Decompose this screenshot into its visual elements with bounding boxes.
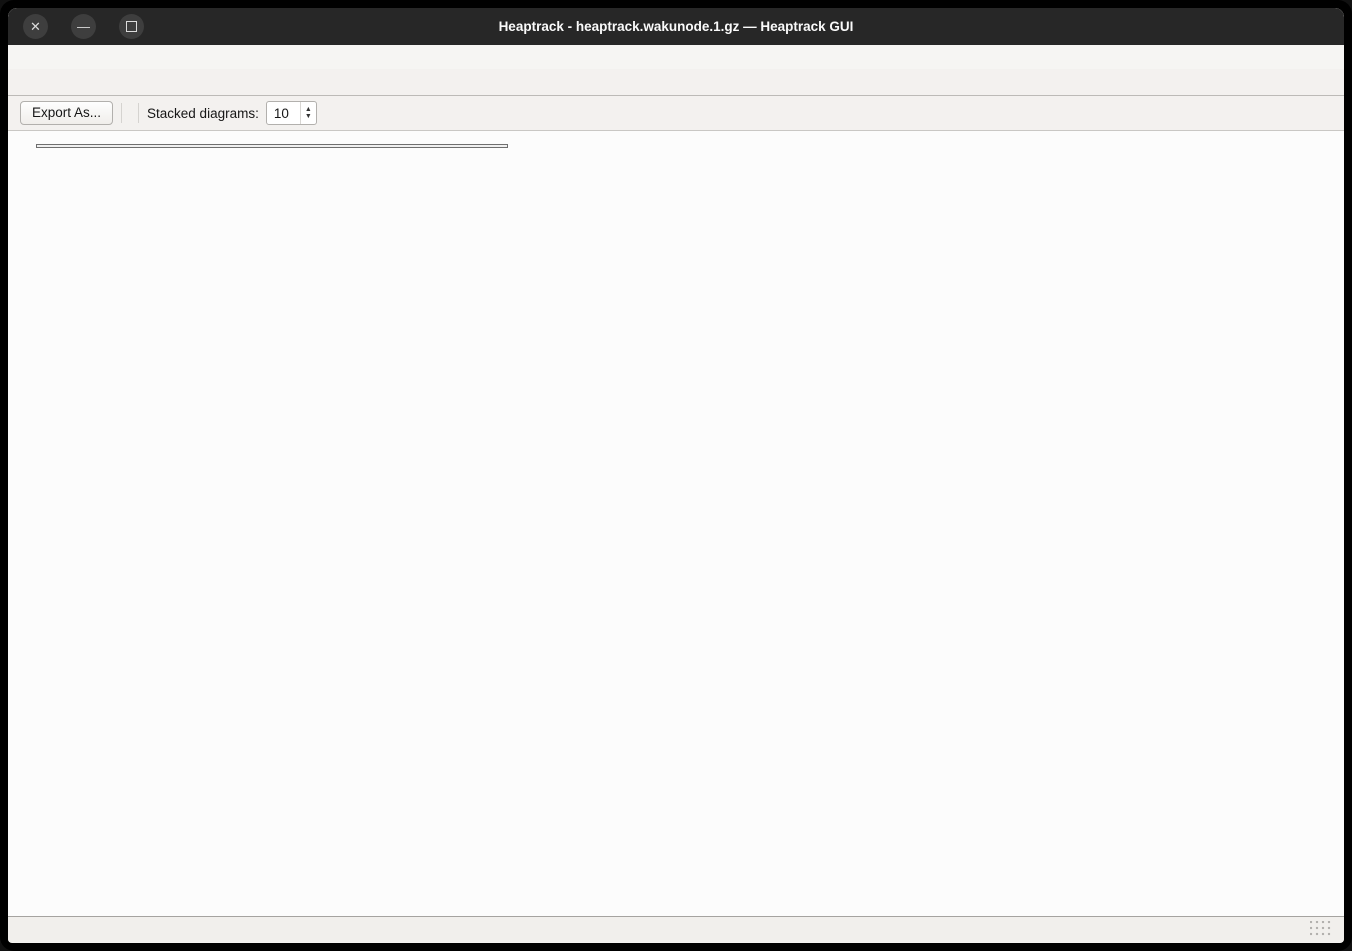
- stacked-diagrams-spinbox[interactable]: 10 ▲ ▼: [266, 101, 317, 125]
- menu-bar: [8, 45, 1344, 69]
- toolbar-separator: [121, 103, 122, 123]
- toolbar-separator: [138, 103, 139, 123]
- stacked-diagrams-label: Stacked diagrams:: [147, 106, 259, 121]
- spin-down-icon[interactable]: ▼: [305, 113, 312, 120]
- resize-grip-icon[interactable]: [1310, 921, 1332, 937]
- tab-bar: [8, 69, 1344, 96]
- spinbox-value[interactable]: 10: [267, 102, 300, 124]
- spinbox-arrows[interactable]: ▲ ▼: [300, 102, 316, 124]
- chart-panel: [8, 130, 1344, 917]
- export-as-button[interactable]: Export As...: [20, 101, 113, 125]
- spin-up-icon[interactable]: ▲: [305, 106, 312, 113]
- memory-consumption-chart[interactable]: [8, 131, 1344, 918]
- window-bottom-strip: [8, 917, 1344, 942]
- chart-legend: [36, 144, 508, 148]
- window-title: Heaptrack - heaptrack.wakunode.1.gz — He…: [8, 8, 1344, 45]
- title-bar: ✕ — Heaptrack - heaptrack.wakunode.1.gz …: [8, 8, 1344, 45]
- toolbar: Export As... Stacked diagrams: 10 ▲ ▼: [8, 96, 1344, 130]
- application-window: ✕ — Heaptrack - heaptrack.wakunode.1.gz …: [0, 0, 1352, 951]
